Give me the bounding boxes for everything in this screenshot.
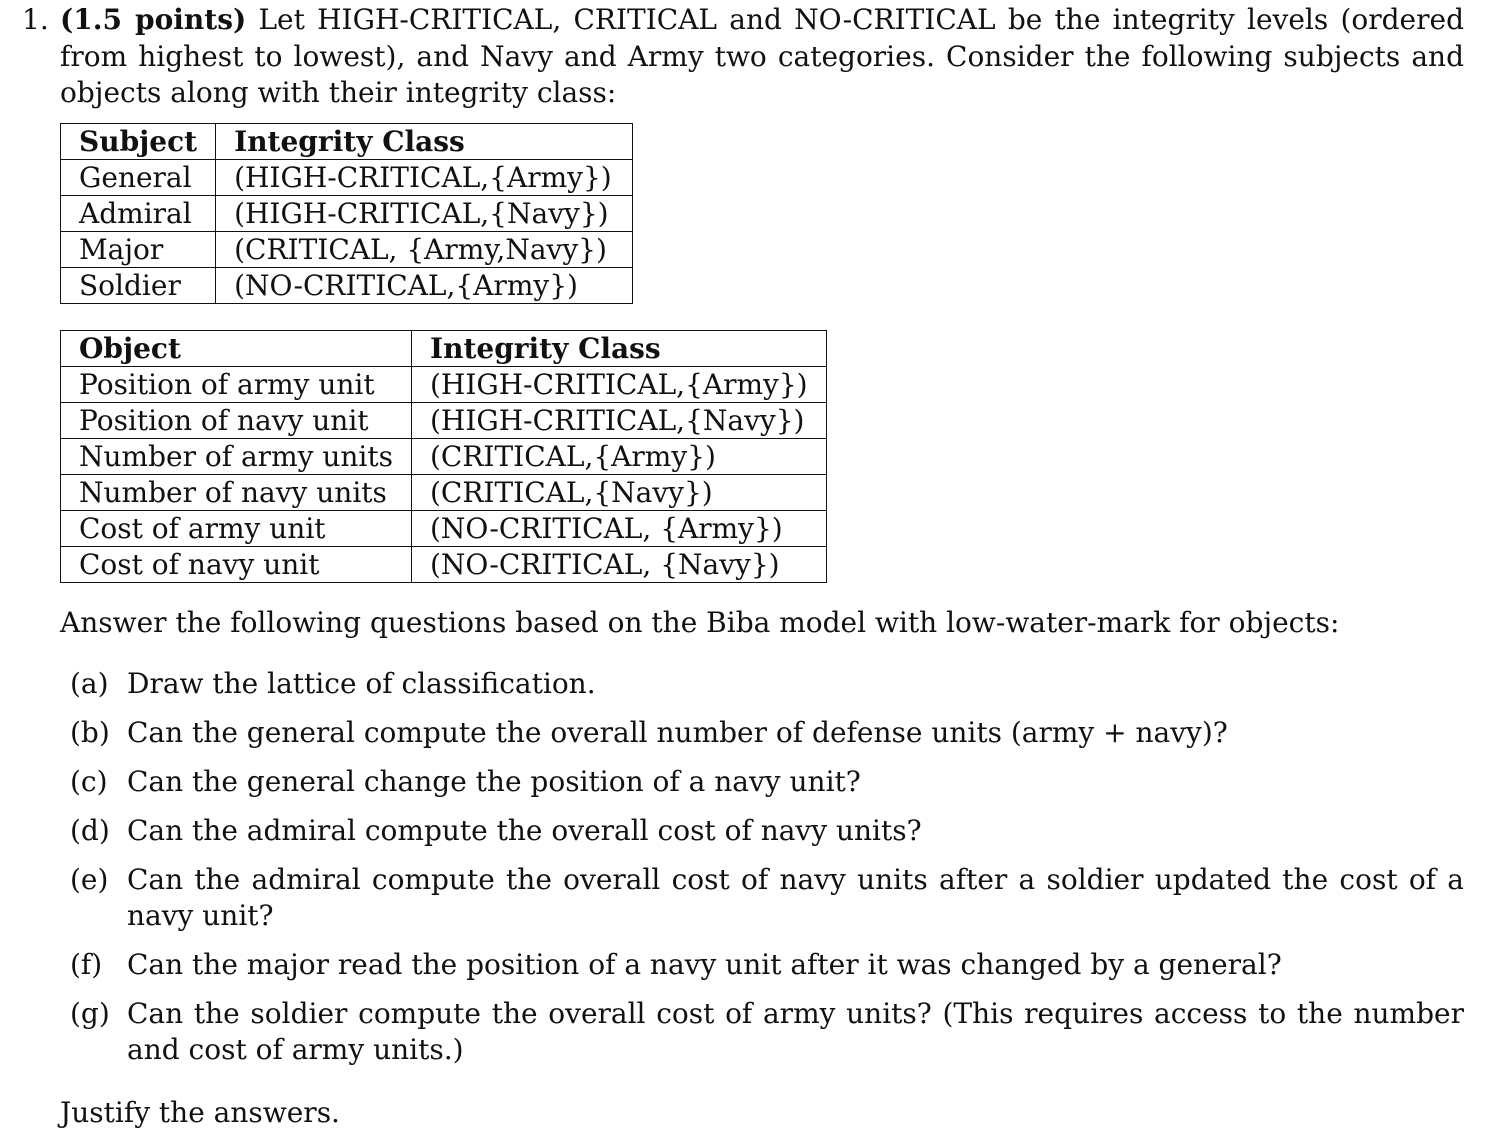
table-row: Admiral (HIGH-CRITICAL,{Navy}) [59,195,633,232]
item-marker: (a) [70,667,109,700]
question-points: (1.5 points) [60,3,247,36]
subject-integrity-class: (CRITICAL, {Army,Navy}) [215,231,633,268]
table-row: Position of army unit (HIGH-CRITICAL,{Ar… [60,366,827,403]
item-text: Can the major read the position of a nav… [127,948,1282,981]
table-row: Cost of army unit (NO-CRITICAL, {Army}) [60,510,827,547]
document-page: 1. (1.5 points) Let HIGH-CRITICAL, CRITI… [0,0,1492,1146]
closing-instruction: Justify the answers. [60,1096,340,1129]
list-item: (a) Draw the lattice of classification. [60,666,1464,702]
list-item: (f) Can the major read the position of a … [60,947,1464,983]
subject-table-header-row: Subject Integrity Class [59,123,633,160]
item-text: Can the general change the position of a… [127,765,861,798]
item-marker: (f) [70,948,103,981]
subject-table: Subject Integrity Class General (HIGH-CR… [59,123,633,304]
object-integrity-class: (CRITICAL,{Army}) [410,438,827,475]
table-row: Number of navy units (CRITICAL,{Navy}) [60,474,827,511]
list-item: (g) Can the soldier compute the overall c… [60,996,1464,1068]
item-text: Can the admiral compute the overall cost… [127,863,1464,932]
sub-question-list: (a) Draw the lattice of classification. (… [60,666,1464,1081]
subject-name: Soldier [59,267,217,304]
question-number: 1. [22,3,49,36]
subject-name: Admiral [59,195,217,232]
table-row: Position of navy unit (HIGH-CRITICAL,{Na… [60,402,827,439]
object-integrity-class: (NO-CRITICAL, {Navy}) [410,546,827,583]
list-item: (b) Can the general compute the overall n… [60,715,1464,751]
item-marker: (d) [70,814,110,847]
object-name: Cost of army unit [60,510,412,547]
item-text: Can the general compute the overall numb… [127,716,1228,749]
item-marker: (b) [70,716,110,749]
subject-integrity-class: (HIGH-CRITICAL,{Army}) [215,159,633,196]
object-header: Object [60,330,412,367]
subject-integrity-header: Integrity Class [215,123,633,160]
item-marker: (e) [70,863,109,896]
object-name: Cost of navy unit [60,546,412,583]
list-item: (d) Can the admiral compute the overall c… [60,813,1464,849]
object-name: Position of navy unit [60,402,412,439]
list-item: (c) Can the general change the position o… [60,764,1464,800]
item-text: Can the admiral compute the overall cost… [127,814,922,847]
object-integrity-class: (CRITICAL,{Navy}) [410,474,827,511]
subject-integrity-class: (HIGH-CRITICAL,{Navy}) [215,195,633,232]
object-name: Number of navy units [60,474,412,511]
item-text: Can the soldier compute the overall cost… [127,997,1464,1066]
question-intro: (1.5 points) Let HIGH-CRITICAL, CRITICAL… [60,2,1464,112]
subject-integrity-class: (NO-CRITICAL,{Army}) [215,267,633,304]
item-marker: (c) [70,765,108,798]
item-text: Draw the lattice of classification. [127,667,596,700]
list-item: (e) Can the admiral compute the overall c… [60,862,1464,934]
object-name: Number of army units [60,438,412,475]
object-table: Object Integrity Class Position of army … [60,330,827,583]
table-row: General (HIGH-CRITICAL,{Army}) [59,159,633,196]
table-row: Number of army units (CRITICAL,{Army}) [60,438,827,475]
object-integrity-class: (HIGH-CRITICAL,{Army}) [410,366,827,403]
subject-name: General [59,159,217,196]
object-integrity-header: Integrity Class [410,330,827,367]
object-table-header-row: Object Integrity Class [60,330,827,367]
table-row: Major (CRITICAL, {Army,Navy}) [59,231,633,268]
object-name: Position of army unit [60,366,412,403]
subject-name: Major [59,231,217,268]
item-marker: (g) [70,997,110,1030]
question-intro-text: Let HIGH-CRITICAL, CRITICAL and NO-CRITI… [60,3,1465,109]
questions-lead-in: Answer the following questions based on … [60,606,1340,639]
subject-header: Subject [59,123,217,160]
table-row: Soldier (NO-CRITICAL,{Army}) [59,267,633,304]
object-integrity-class: (NO-CRITICAL, {Army}) [410,510,827,547]
object-integrity-class: (HIGH-CRITICAL,{Navy}) [410,402,827,439]
table-row: Cost of navy unit (NO-CRITICAL, {Navy}) [60,546,827,583]
